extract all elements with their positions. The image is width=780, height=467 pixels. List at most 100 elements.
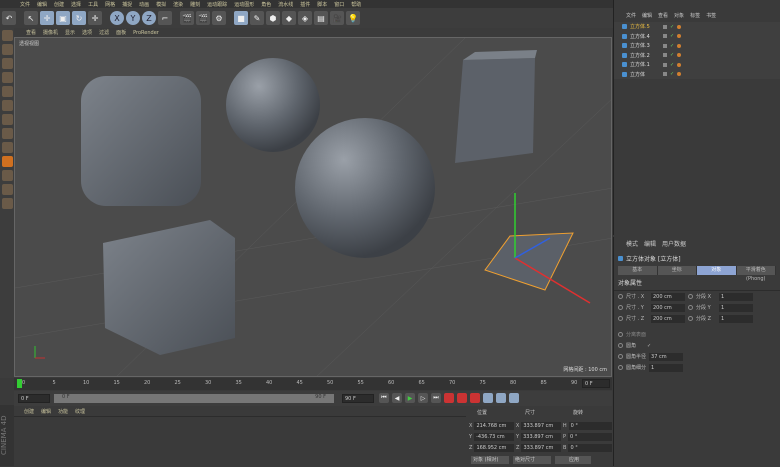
size-field[interactable]: 200 cm <box>651 292 685 301</box>
tab-3[interactable]: 平滑着色(Phong) <box>736 266 776 282</box>
object-menu-item[interactable]: 编辑 <box>642 12 652 19</box>
subdivision-icon[interactable]: ⬢ <box>266 11 280 25</box>
keyframe-selection-button[interactable] <box>470 393 480 403</box>
camera-icon[interactable]: 🎥 <box>330 11 344 25</box>
animate-radio[interactable] <box>618 316 623 321</box>
menu-item[interactable]: 编辑 <box>37 1 47 8</box>
y-axis-icon[interactable]: Y <box>126 11 140 25</box>
key-rotation-button[interactable] <box>509 393 519 403</box>
rotate-icon[interactable]: ↻ <box>72 11 86 25</box>
animate-radio[interactable] <box>618 294 623 299</box>
z-axis-icon[interactable]: Z <box>142 11 156 25</box>
end-frame-field[interactable]: 90 F <box>342 394 374 403</box>
points-mode-icon[interactable] <box>1 86 13 97</box>
visibility-check-icon[interactable]: ✓ <box>670 24 674 30</box>
menu-item[interactable]: 网格 <box>105 1 115 8</box>
material-menu-item[interactable]: 创建 <box>24 408 34 415</box>
visibility-check-icon[interactable]: ✓ <box>670 62 674 68</box>
array-icon[interactable]: ◆ <box>282 11 296 25</box>
object-list-item[interactable]: 立方体.3 ✓ <box>614 41 780 51</box>
workplane-lock-icon[interactable] <box>1 184 13 195</box>
goto-end-button[interactable]: ⏭ <box>431 393 441 403</box>
object-name[interactable]: 立方体.1 <box>630 61 660 68</box>
object-list-item[interactable]: 立方体.5 ✓ <box>614 22 780 32</box>
edges-mode-icon[interactable] <box>1 100 13 111</box>
playhead[interactable] <box>17 379 22 388</box>
move2-icon[interactable]: ✛ <box>88 11 102 25</box>
object-list-item[interactable]: 立方体.2 ✓ <box>614 51 780 61</box>
menu-item[interactable]: 模拟 <box>156 1 166 8</box>
object-list-item[interactable]: 立方体 ✓ <box>614 70 780 80</box>
play-button[interactable]: ▶ <box>405 393 415 403</box>
object-name[interactable]: 立方体.4 <box>630 33 660 40</box>
rounded-cube-object[interactable] <box>81 76 201 206</box>
grid-icon[interactable] <box>1 198 13 209</box>
next-key-button[interactable]: ▷ <box>418 393 428 403</box>
viewport-menu-item[interactable]: 选项 <box>82 29 92 36</box>
tab-0[interactable]: 基本 <box>618 266 658 275</box>
object-name[interactable]: 立方体 <box>630 71 660 78</box>
key-position-button[interactable] <box>483 393 493 403</box>
rotation-field[interactable]: 0 ° <box>568 432 612 441</box>
position-field[interactable]: 168.952 cm <box>474 443 515 452</box>
undo-icon[interactable]: ↶ <box>2 11 16 25</box>
polygons-mode-icon[interactable] <box>1 114 13 125</box>
key-scale-button[interactable] <box>496 393 506 403</box>
apply-button[interactable]: 应用 <box>555 456 591 464</box>
visibility-check-icon[interactable]: ✓ <box>670 52 674 58</box>
viewport-menu-item[interactable]: 查看 <box>26 29 36 36</box>
material-menu-item[interactable]: 功能 <box>58 408 68 415</box>
record-button[interactable] <box>444 393 454 403</box>
attribute-menu-item[interactable]: 编辑 <box>644 239 656 248</box>
coord-mode-dropdown[interactable]: 对象 (相对) <box>471 456 509 464</box>
viewport-menu-item[interactable]: ProRender <box>133 30 159 36</box>
fillet-radius-field[interactable]: 37 cm <box>649 352 684 361</box>
rotation-field[interactable]: 0 ° <box>568 443 612 452</box>
size-field[interactable]: 333.897 cm <box>521 432 562 441</box>
fillet-checkbox[interactable]: ✓ <box>647 343 651 349</box>
segment-field[interactable]: 1 <box>719 314 753 323</box>
object-list-item[interactable]: 立方体.1 ✓ <box>614 60 780 70</box>
object-menu-item[interactable]: 对象 <box>674 12 684 19</box>
rounded-cube-object-2[interactable] <box>103 220 235 355</box>
object-name[interactable]: 立方体.5 <box>630 23 660 30</box>
autokey-button[interactable] <box>457 393 467 403</box>
rotation-field[interactable]: 0 ° <box>568 421 612 430</box>
size-field[interactable]: 200 cm <box>651 314 685 323</box>
range-slider[interactable]: 0 F 90 F <box>54 394 334 403</box>
menu-item[interactable]: 运动图形 <box>234 1 254 8</box>
menu-item[interactable]: 文件 <box>20 1 30 8</box>
object-menu-item[interactable]: 标签 <box>690 12 700 19</box>
menu-item[interactable]: 帮助 <box>351 1 361 8</box>
select-icon[interactable]: ↖ <box>24 11 38 25</box>
workplane-icon[interactable] <box>1 72 13 83</box>
animate-radio[interactable] <box>688 316 693 321</box>
segment-field[interactable]: 1 <box>719 303 753 312</box>
viewport-menu-item[interactable]: 摄像机 <box>43 29 58 36</box>
model-mode-icon[interactable] <box>1 44 13 55</box>
render-view-icon[interactable]: 🎬 <box>180 11 194 25</box>
soft-select-icon[interactable] <box>1 170 13 181</box>
menu-item[interactable]: 动画 <box>139 1 149 8</box>
light-icon[interactable]: 💡 <box>346 11 360 25</box>
menu-item[interactable]: 创建 <box>54 1 64 8</box>
viewport-menu-item[interactable]: 面板 <box>116 29 126 36</box>
size-mode-dropdown[interactable]: 绝对尺寸 <box>513 456 551 464</box>
tab-1[interactable]: 坐标 <box>657 266 697 275</box>
menu-item[interactable]: 角色 <box>261 1 271 8</box>
floor-icon[interactable]: ▤ <box>314 11 328 25</box>
menu-item[interactable]: 渲染 <box>173 1 183 8</box>
material-menu-item[interactable]: 纹理 <box>75 408 85 415</box>
menu-item[interactable]: 选择 <box>71 1 81 8</box>
x-axis-icon[interactable]: X <box>110 11 124 25</box>
menu-item[interactable]: 插件 <box>300 1 310 8</box>
make-editable-icon[interactable] <box>1 30 13 41</box>
menu-item[interactable]: 运动跟踪 <box>207 1 227 8</box>
sphere-object[interactable] <box>226 58 320 152</box>
tweak-icon[interactable] <box>1 142 13 153</box>
box-object[interactable] <box>455 58 535 163</box>
position-field[interactable]: -436.73 cm <box>474 432 515 441</box>
current-frame-field[interactable]: 0 F <box>18 394 50 403</box>
viewport[interactable]: 透视视图 网格间距 : 100 cm <box>14 37 612 377</box>
timeline[interactable]: 0 5 10 15 20 25 30 35 40 45 50 55 60 65 70 75 80 85 90 0 F <box>14 378 612 390</box>
